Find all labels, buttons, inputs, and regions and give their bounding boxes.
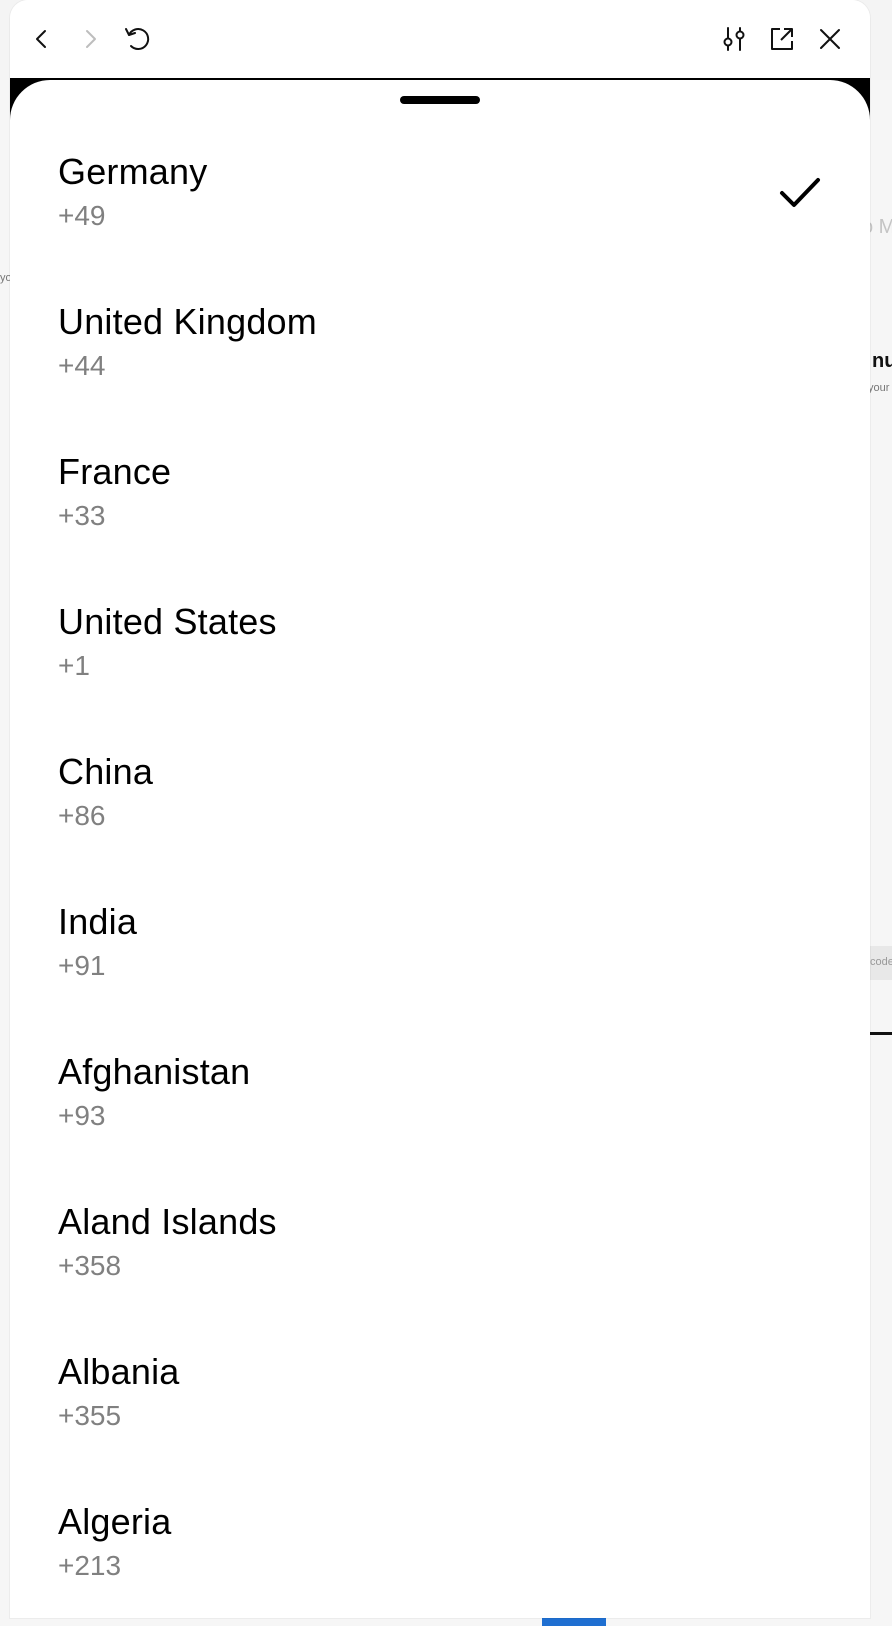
- country-item-france[interactable]: France +33: [10, 452, 870, 602]
- settings-button[interactable]: [714, 19, 754, 59]
- reload-icon: [125, 28, 150, 51]
- forward-icon: [86, 30, 96, 48]
- country-dial-code: +355: [58, 1400, 122, 1431]
- country-dial-code: +93: [58, 1100, 106, 1131]
- forward-button[interactable]: [70, 19, 110, 59]
- country-dial-code: +358: [58, 1250, 122, 1281]
- background-underline: [870, 1032, 892, 1035]
- country-dial-code: +49: [58, 200, 106, 231]
- country-name: France: [58, 451, 172, 492]
- country-list: Germany +49 United Kingdom +44 France +3…: [10, 152, 870, 1618]
- country-name: United States: [58, 601, 277, 642]
- country-name: Germany: [58, 151, 208, 192]
- country-name: Aland Islands: [58, 1201, 277, 1242]
- country-item-algeria[interactable]: Algeria +213: [10, 1502, 870, 1618]
- country-dial-code: +91: [58, 950, 106, 981]
- back-button[interactable]: [22, 19, 62, 59]
- background-text: code: [870, 956, 892, 968]
- country-name: Albania: [58, 1351, 180, 1392]
- country-item-aland-islands[interactable]: Aland Islands +358: [10, 1202, 870, 1352]
- settings-sliders-icon: [723, 27, 745, 51]
- country-dial-code: +86: [58, 800, 106, 831]
- country-name: India: [58, 901, 138, 942]
- country-name: China: [58, 751, 154, 792]
- country-dial-code: +44: [58, 350, 106, 381]
- open-external-button[interactable]: [762, 19, 802, 59]
- country-item-united-states[interactable]: United States +1: [10, 602, 870, 752]
- reload-button[interactable]: [118, 19, 158, 59]
- background-heading: nu: [872, 350, 892, 372]
- country-item-united-kingdom[interactable]: United Kingdom +44: [10, 302, 870, 452]
- country-item-germany[interactable]: Germany +49: [10, 152, 870, 302]
- country-item-china[interactable]: China +86: [10, 752, 870, 902]
- open-external-icon: [771, 28, 793, 50]
- country-dial-code: +1: [58, 650, 90, 681]
- country-item-india[interactable]: India +91: [10, 902, 870, 1052]
- country-sheet: Germany +49 United Kingdom +44 France +3…: [10, 80, 870, 1618]
- sheet-drag-handle[interactable]: [400, 96, 480, 104]
- country-name: United Kingdom: [58, 301, 317, 342]
- close-button[interactable]: [810, 19, 850, 59]
- checkmark-icon: [780, 178, 820, 207]
- screen: o M nu your yo code: [0, 0, 892, 1626]
- country-item-albania[interactable]: Albania +355: [10, 1352, 870, 1502]
- country-dial-code: +213: [58, 1550, 122, 1581]
- background-text: your: [868, 382, 890, 394]
- country-name: Algeria: [58, 1501, 172, 1542]
- back-icon: [36, 30, 46, 48]
- country-item-afghanistan[interactable]: Afghanistan +93: [10, 1052, 870, 1202]
- country-name: Afghanistan: [58, 1051, 251, 1092]
- window-toolbar: [10, 0, 870, 78]
- country-picker-window: Germany +49 United Kingdom +44 France +3…: [10, 0, 870, 1618]
- close-icon: [820, 29, 840, 49]
- country-dial-code: +33: [58, 500, 106, 531]
